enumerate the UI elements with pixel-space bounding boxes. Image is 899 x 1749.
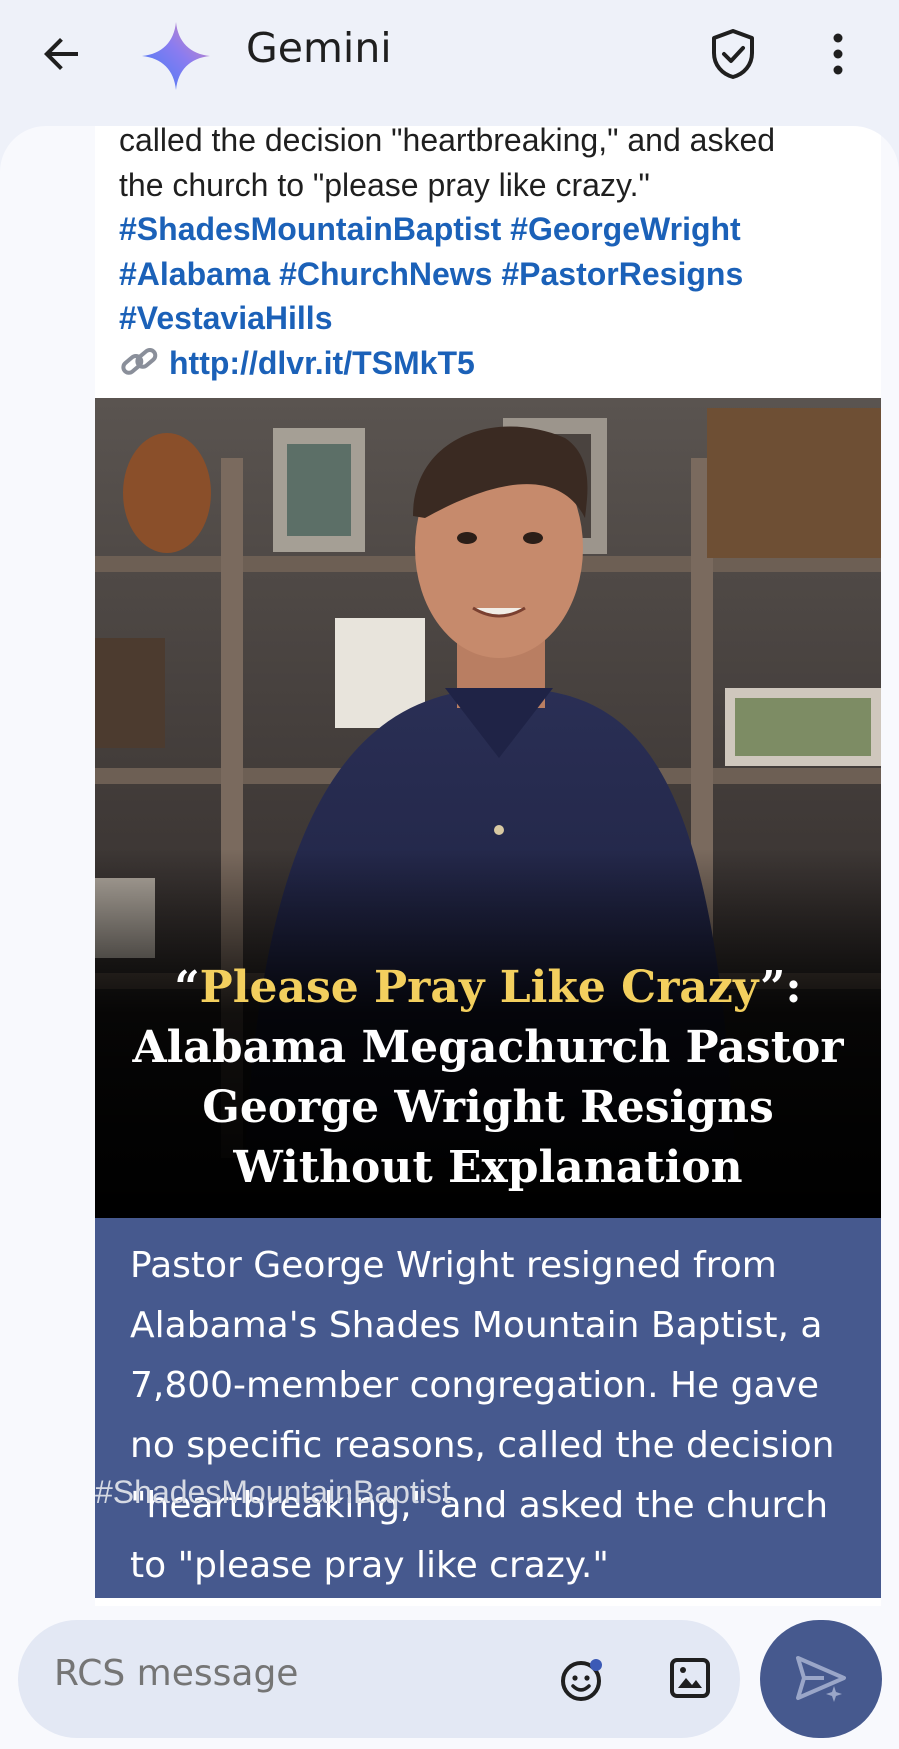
shield-check-icon[interactable]: [708, 28, 758, 80]
thumbnail-quote-mark: ”:: [760, 962, 802, 1013]
send-icon: [796, 1656, 846, 1702]
thumbnail-headline-line: Without Explanation: [232, 1142, 742, 1193]
thumbnail-headline-line: Alabama Megachurch Pastor: [131, 1022, 844, 1073]
svg-text:“Please Pray Like Crazy”:: “Please Pray Like Crazy”:: [174, 962, 801, 1013]
emoji-icon[interactable]: [558, 1656, 606, 1704]
arrow-back-icon[interactable]: [38, 30, 86, 78]
send-button[interactable]: [760, 1620, 882, 1738]
link-preview-summary[interactable]: Pastor George Wright resigned from Alaba…: [95, 1218, 881, 1598]
more-vert-icon[interactable]: [818, 30, 858, 78]
message-input[interactable]: [52, 1652, 456, 1695]
hashtag[interactable]: #PastorResigns: [501, 256, 743, 292]
hashtag[interactable]: #VestaviaHills: [119, 300, 332, 336]
summary-text: Pastor George Wright resigned from Alaba…: [130, 1245, 835, 1586]
image-icon[interactable]: [668, 1656, 712, 1700]
thumbnail-quote-mark: “: [174, 962, 199, 1013]
thumbnail-headline-quote: Please Pray Like Crazy: [200, 962, 760, 1013]
app-bar: Gemini: [0, 0, 899, 110]
message-bubble[interactable]: called the decision "heartbreaking," and…: [95, 126, 881, 1606]
article-thumbnail[interactable]: “Please Pray Like Crazy”: Alabama Megach…: [95, 398, 881, 1218]
message-text: called the decision "heartbreaking," and…: [119, 126, 869, 385]
link-icon: [121, 347, 158, 375]
message-text-line: called the decision "heartbreaking," and…: [119, 126, 776, 158]
hashtag[interactable]: #GeorgeWright: [510, 211, 741, 247]
hashtag[interactable]: #ShadesMountainBaptist: [119, 211, 501, 247]
message-link[interactable]: http://dlvr.it/TSMkT5: [169, 345, 475, 381]
hashtag[interactable]: #ChurchNews: [279, 256, 492, 292]
message-composer: [18, 1620, 740, 1738]
thumbnail-headline-line: George Wright Resigns: [202, 1082, 773, 1133]
gemini-sparkle-icon: [142, 22, 210, 90]
hashtag[interactable]: #Alabama: [119, 256, 270, 292]
message-text-line: the church to "please pray like crazy.": [119, 166, 650, 203]
conversation-title: Gemini: [246, 24, 392, 72]
overflow-text: #ShadesMountainBaptist: [95, 1474, 451, 1510]
